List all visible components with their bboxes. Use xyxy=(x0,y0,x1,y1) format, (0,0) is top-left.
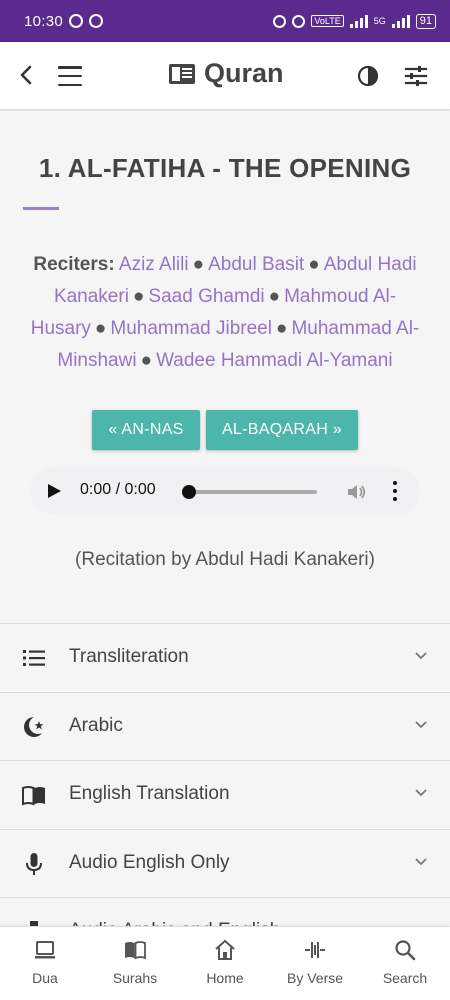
section-arabic[interactable]: Arabic xyxy=(0,691,450,760)
alarm-icon xyxy=(273,14,287,28)
verse-icon xyxy=(305,942,325,958)
whatsapp-icon xyxy=(69,14,84,28)
app-brand: Quran xyxy=(168,58,284,89)
reciter-separator: ● xyxy=(94,318,107,339)
chevron-down-icon xyxy=(415,857,427,865)
reciter-link[interactable]: Aziz Alili xyxy=(119,254,189,275)
notification-icon xyxy=(89,14,104,28)
nav-dua[interactable]: Dua xyxy=(0,927,90,1000)
volume-icon[interactable] xyxy=(346,483,366,501)
nav-home[interactable]: Home xyxy=(180,927,270,1000)
nav-search[interactable]: Search xyxy=(360,927,450,1000)
reciter-separator: ● xyxy=(308,254,320,275)
signal-icon-2 xyxy=(391,14,410,28)
app-bar: Quran xyxy=(0,42,450,110)
chevron-down-icon xyxy=(415,720,427,728)
audio-progress-knob[interactable] xyxy=(182,485,196,499)
next-surah-button[interactable]: AL-BAQARAH » xyxy=(206,410,358,450)
reciter-link[interactable]: Wadee Hammadi Al-Yamani xyxy=(156,350,393,371)
home-icon xyxy=(215,939,235,960)
section-label: Audio English Only xyxy=(69,851,230,873)
tune-icon[interactable] xyxy=(404,64,428,88)
reciter-separator: ● xyxy=(140,350,153,371)
reciter-separator: ● xyxy=(275,318,288,339)
reciter-link[interactable]: Muhammad Jibreel xyxy=(110,318,272,339)
nav-label: Dua xyxy=(32,970,58,986)
open-book-icon xyxy=(22,786,45,806)
signal-icon xyxy=(349,14,368,28)
title-divider xyxy=(23,207,59,210)
surah-content: 1. AL-FATIHA - THE OPENING Reciters: Azi… xyxy=(0,111,450,623)
crescent-star-icon xyxy=(24,716,44,737)
section-label: English Translation xyxy=(69,783,230,804)
search-icon xyxy=(395,940,416,961)
content-sections: Transliteration Arabic English Translati… xyxy=(0,623,450,966)
book-open-icon xyxy=(125,941,146,960)
nav-label: Search xyxy=(382,970,428,986)
reciter-link[interactable]: Abdul Basit xyxy=(208,254,304,275)
nav-label: Home xyxy=(206,970,244,986)
surah-navigation: « AN-NAS AL-BAQARAH » xyxy=(0,410,450,450)
nav-by-verse[interactable]: By Verse xyxy=(270,927,360,1000)
microphone-icon xyxy=(26,852,42,875)
more-options-icon[interactable] xyxy=(392,481,398,501)
previous-surah-button[interactable]: « AN-NAS xyxy=(92,410,200,450)
reciter-link[interactable]: Saad Ghamdi xyxy=(148,286,264,307)
audio-player: 0:00 / 0:00 xyxy=(30,467,420,515)
bottom-navigation: Dua Surahs Home By Verse Search xyxy=(0,926,450,1000)
volte-icon: VoLTE xyxy=(311,15,344,27)
section-transliteration[interactable]: Transliteration xyxy=(0,623,450,692)
reciters-label: Reciters: xyxy=(33,254,115,275)
recitation-note: (Recitation by Abdul Hadi Kanakeri) xyxy=(75,549,375,570)
section-label: Arabic xyxy=(69,714,123,736)
section-audio-english[interactable]: Audio English Only xyxy=(0,828,450,897)
chevron-down-icon xyxy=(415,789,427,797)
laptop-icon xyxy=(35,941,55,959)
status-time: 10:30 xyxy=(24,12,64,30)
status-bar: 10:30 VoLTE 5G 91 xyxy=(0,0,450,42)
hotspot-icon xyxy=(292,14,306,28)
network-type: 5G xyxy=(373,16,386,26)
section-english-translation[interactable]: English Translation xyxy=(0,760,450,829)
contrast-icon[interactable] xyxy=(356,64,380,88)
audio-time: 0:00 / 0:00 xyxy=(80,481,156,498)
menu-icon[interactable] xyxy=(58,66,82,86)
chevron-down-icon xyxy=(415,652,427,660)
reciter-separator: ● xyxy=(192,254,205,275)
app-title: Quran xyxy=(204,58,284,88)
nav-label: Surahs xyxy=(112,970,158,986)
book-icon xyxy=(169,63,195,84)
surah-title: 1. AL-FATIHA - THE OPENING xyxy=(38,153,412,183)
section-label: Transliteration xyxy=(69,646,189,667)
list-icon xyxy=(23,650,45,666)
reciters-list: Reciters: Aziz Alili ● Abdul Basit ● Abdul H… xyxy=(22,249,428,377)
battery-indicator: 91 xyxy=(415,13,436,29)
nav-label: By Verse xyxy=(286,970,344,986)
nav-surahs[interactable]: Surahs xyxy=(90,927,180,1000)
audio-progress-bar[interactable] xyxy=(187,490,317,494)
reciter-separator: ● xyxy=(132,286,145,307)
back-arrow-icon[interactable] xyxy=(14,62,40,90)
play-icon[interactable] xyxy=(48,484,61,498)
reciter-separator: ● xyxy=(268,286,281,307)
